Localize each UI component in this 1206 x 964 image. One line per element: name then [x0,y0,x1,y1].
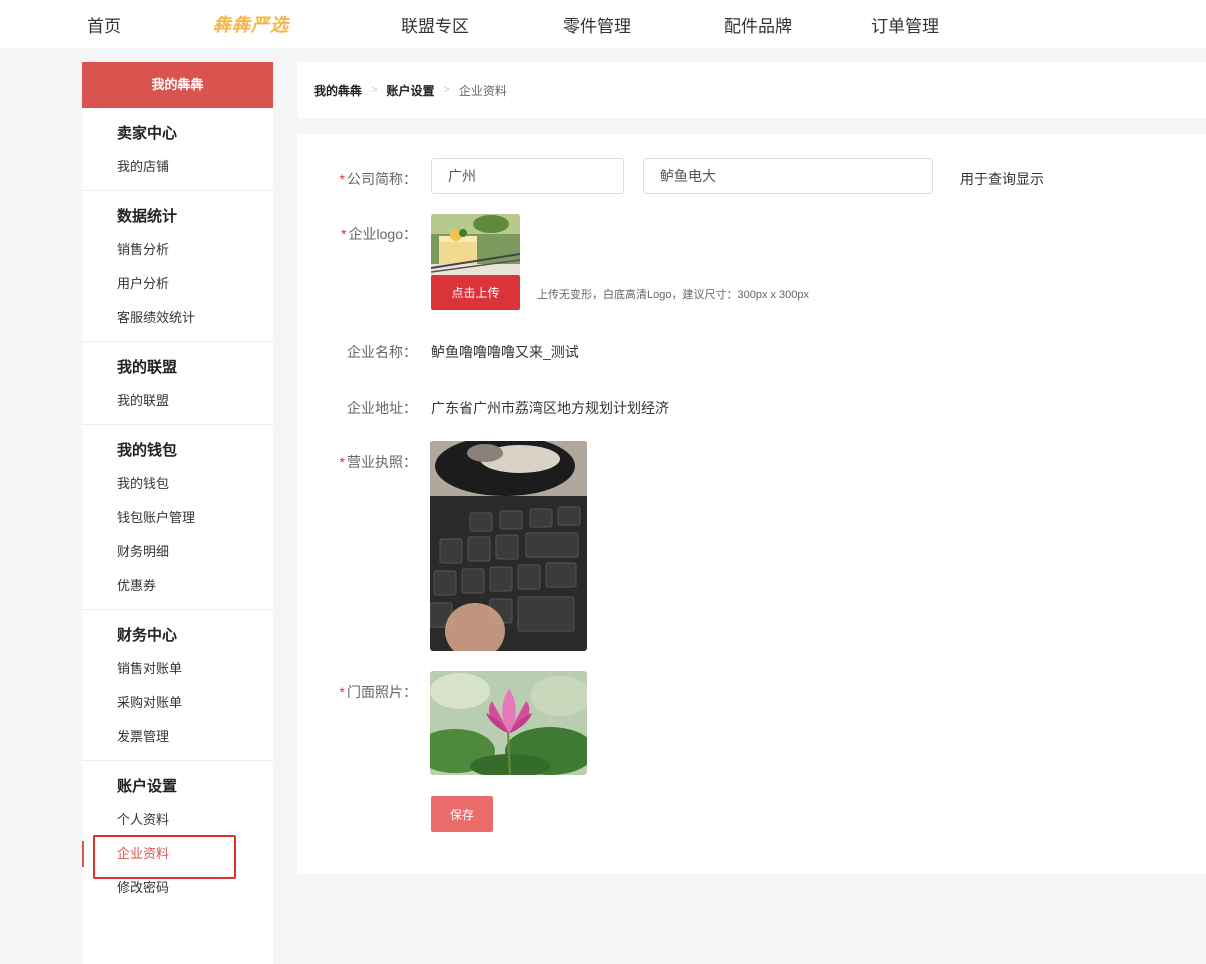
sidebar-group-title: 我的钱包 [117,442,178,459]
sidebar-group-seller: 卖家中心 我的店铺 [82,108,273,191]
sidebar-item-purchase-statement[interactable]: 采购对账单 [82,686,273,720]
sidebar-group-alliance: 我的联盟 我的联盟 [82,342,273,425]
logo-preview-image[interactable] [431,214,520,276]
nav-alliance-link[interactable]: 联盟专区 [401,12,469,37]
keyboard-photo [430,441,587,651]
storefront-photo-label: * 门面照片： [339,684,417,700]
company-address-value: 广东省广州市荔湾区地方规划计划经济 [431,400,669,416]
breadcrumb-account-settings[interactable]: 账户设置 [386,82,434,99]
required-asterisk: * [339,171,345,187]
sidebar-group-title: 账户设置 [117,778,178,795]
business-license-label: * 营业执照： [339,454,417,470]
chevron-right-icon: > [443,84,450,96]
short-name-input[interactable] [643,158,933,194]
sidebar-group-finance: 财务中心 销售对账单 采购对账单 发票管理 [82,610,273,761]
lotus-photo [430,671,587,775]
upload-logo-hint: 上传无变形，白底高清Logo，建议尺寸：300px x 300px [537,289,810,301]
sidebar-header[interactable]: 我的犇犇 [82,62,273,108]
sidebar-item-sales-analysis[interactable]: 销售分析 [82,233,273,267]
active-item-highlight-box [93,835,236,879]
company-name-value: 鲈鱼噜噜噜噜又来_测试 [431,344,579,360]
sidebar-group-wallet: 我的钱包 我的钱包 钱包账户管理 财务明细 优惠券 [82,425,273,610]
sidebar-item-invoice-management[interactable]: 发票管理 [82,720,273,754]
sidebar-group-title: 数据统计 [117,208,178,225]
sidebar-item-wallet-accounts[interactable]: 钱包账户管理 [82,501,273,535]
upload-logo-button[interactable]: 点击上传 [431,275,520,310]
short-name-hint: 用于查询显示 [960,171,1044,187]
brand-logo[interactable]: 犇犇严选 [213,11,289,37]
sidebar-group-title: 卖家中心 [117,125,178,142]
breadcrumb-current: 企业资料 [458,83,507,98]
nav-orders-link[interactable]: 订单管理 [871,12,939,37]
sidebar-item-my-wallet[interactable]: 我的钱包 [82,467,273,501]
required-asterisk: * [341,226,347,242]
sidebar: 我的犇犇 卖家中心 我的店铺 数据统计 销售分析 用户分析 客服绩效统计 我的联… [82,62,273,964]
business-license-image[interactable] [430,441,587,651]
breadcrumb: 我的犇犇 > 账户设置 > 企业资料 [297,62,1206,118]
sidebar-item-my-alliance[interactable]: 我的联盟 [82,384,273,418]
sidebar-item-personal-profile[interactable]: 个人资料 [82,803,273,837]
logo-label: * 企业logo： [341,226,417,242]
nav-home-link[interactable]: 首页 [87,12,121,37]
breadcrumb-home[interactable]: 我的犇犇 [314,82,362,99]
short-name-city-input[interactable] [431,158,624,194]
sidebar-item-user-analysis[interactable]: 用户分析 [82,267,273,301]
sidebar-item-service-stats[interactable]: 客服绩效统计 [82,301,273,335]
sidebar-group-title: 我的联盟 [117,359,178,376]
company-name-label: 企业名称： [347,344,417,360]
active-item-marker [82,841,84,867]
sidebar-item-coupons[interactable]: 优惠券 [82,569,273,603]
top-nav: 首页 犇犇严选 联盟专区 零件管理 配件品牌 订单管理 [0,0,1206,48]
cake-photo [431,214,520,276]
sidebar-group-title: 财务中心 [117,627,178,644]
sidebar-group-stats: 数据统计 销售分析 用户分析 客服绩效统计 [82,191,273,342]
nav-parts-link[interactable]: 零件管理 [563,12,631,37]
save-button[interactable]: 保存 [431,796,493,832]
chevron-right-icon: > [371,84,378,96]
sidebar-item-finance-details[interactable]: 财务明细 [82,535,273,569]
company-profile-form: *公司简称： 用于查询显示 *企业logo： 点击上传 上传无变形，白底高清Lo… [297,134,1206,874]
required-asterisk: * [339,684,345,700]
short-name-label: * 公司简称： [339,171,417,187]
company-address-label: 企业地址： [347,400,417,416]
sidebar-item-my-store[interactable]: 我的店铺 [82,150,273,184]
nav-brands-link[interactable]: 配件品牌 [724,12,792,37]
sidebar-item-sales-statement[interactable]: 销售对账单 [82,652,273,686]
required-asterisk: * [339,454,345,470]
storefront-photo-image[interactable] [430,671,587,775]
